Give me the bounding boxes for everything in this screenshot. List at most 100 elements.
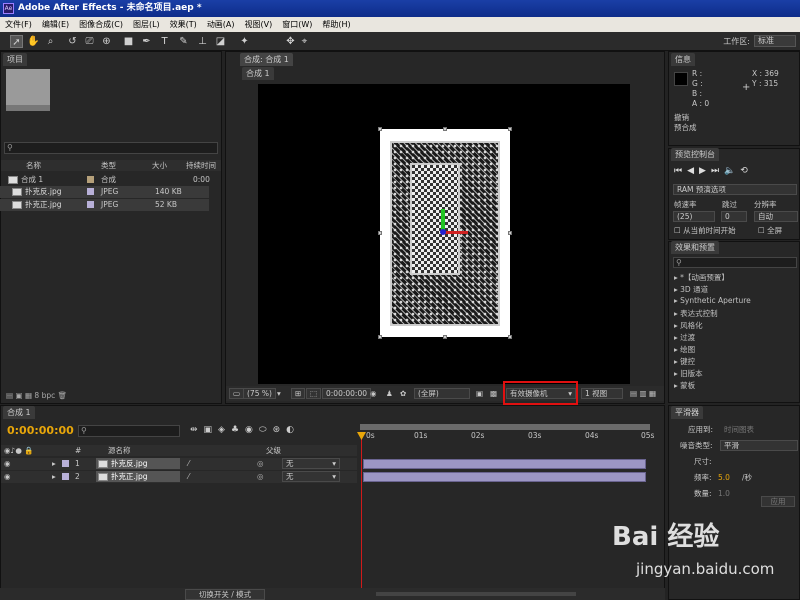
effect-category[interactable]: ▸ 过渡: [674, 332, 695, 343]
menu-help[interactable]: 帮助(H): [317, 19, 355, 30]
tab-composition[interactable]: 合成: 合成 1: [240, 53, 293, 66]
layer-duration-bar[interactable]: [363, 472, 646, 482]
render-icons[interactable]: ▤ ▥ ▦: [630, 388, 656, 399]
tab-info[interactable]: 信息: [671, 53, 695, 66]
transform-handle[interactable]: [443, 127, 447, 131]
menu-animation[interactable]: 动画(A): [202, 19, 240, 30]
parent-pickwhip-icon[interactable]: ◎: [257, 471, 264, 482]
col-name[interactable]: 名称: [26, 160, 41, 171]
eye-icon[interactable]: ◉: [4, 471, 11, 482]
layer-switches[interactable]: ⁄: [188, 471, 189, 482]
expand-arrow-icon[interactable]: ▸: [52, 458, 56, 469]
chevron-down-icon[interactable]: ▾: [277, 388, 281, 399]
tab-smoother[interactable]: 平滑器: [671, 406, 703, 419]
toggle-switches-modes[interactable]: 切换开关 / 模式: [185, 589, 265, 600]
parent-pickwhip-icon[interactable]: ◎: [257, 458, 264, 469]
amount-value[interactable]: 1.0: [718, 488, 730, 499]
skip-select[interactable]: 0: [721, 211, 747, 222]
fullscreen-checkbox[interactable]: ☐ 全屏: [758, 225, 782, 236]
hand-tool-icon[interactable]: ✋: [27, 35, 40, 48]
bpc-label[interactable]: 8 bpc: [34, 391, 55, 400]
transform-handle[interactable]: [378, 231, 382, 235]
tab-comp-subtab[interactable]: 合成 1: [242, 67, 274, 80]
current-time-indicator[interactable]: [361, 432, 362, 592]
puppet-tool-icon[interactable]: ✦: [238, 35, 251, 48]
tab-preview[interactable]: 预览控制台: [671, 148, 719, 161]
effect-category[interactable]: ▸ 风格化: [674, 320, 703, 331]
layer-name[interactable]: 扑克正.jpg: [96, 471, 180, 482]
noise-type-select[interactable]: 平滑: [720, 440, 798, 451]
camera-tool-icon[interactable]: ⎚: [83, 35, 96, 48]
selection-tool-icon[interactable]: ➚: [10, 35, 23, 48]
from-current-checkbox[interactable]: ☐ 从当前时间开始: [674, 225, 736, 236]
z-axis-gizmo-icon[interactable]: [440, 229, 446, 235]
effect-category[interactable]: ▸ 旧版本: [674, 368, 703, 379]
views-layout-select[interactable]: 1 视图: [581, 388, 623, 399]
pen-tool-icon[interactable]: ✒: [140, 35, 153, 48]
menu-edit[interactable]: 编辑(E): [37, 19, 74, 30]
effect-category[interactable]: ▸ Synthetic Aperture: [674, 296, 751, 305]
eye-icon[interactable]: ◉: [4, 458, 11, 469]
layer-name[interactable]: 扑克反.jpg: [96, 458, 180, 469]
local-axis-icon[interactable]: ✥: [284, 35, 297, 48]
text-tool-icon[interactable]: T: [158, 35, 171, 48]
timeline-search-input[interactable]: ⚲: [78, 425, 180, 437]
layer-duration-bar[interactable]: [363, 459, 646, 469]
effect-category[interactable]: ▸ 键控: [674, 356, 695, 367]
tab-timeline[interactable]: 合成 1: [3, 406, 35, 419]
effect-category[interactable]: ▸ 表达式控制: [674, 308, 718, 319]
menu-effect[interactable]: 效果(T): [165, 19, 202, 30]
zoom-select[interactable]: (75 %): [243, 388, 276, 399]
col-size[interactable]: 大小: [152, 160, 167, 171]
transparency-grid-icon[interactable]: ▩: [490, 388, 497, 399]
effect-category[interactable]: ▸ *【动画预置】: [674, 272, 729, 283]
world-axis-icon[interactable]: ⌖: [298, 35, 311, 48]
col-source-name[interactable]: 源名称: [108, 445, 131, 456]
transform-handle[interactable]: [508, 335, 512, 339]
label-swatch[interactable]: [62, 473, 69, 480]
transform-handle[interactable]: [508, 127, 512, 131]
timeline-timecode[interactable]: 0:00:00:00: [7, 424, 74, 437]
transform-handle[interactable]: [443, 335, 447, 339]
apply-button[interactable]: 应用: [761, 496, 795, 507]
resolution-select[interactable]: (全屏): [414, 388, 470, 399]
x-axis-gizmo-icon[interactable]: [444, 231, 468, 234]
ram-preview-options[interactable]: RAM 预演选项: [673, 184, 797, 195]
current-time-display[interactable]: 0:00:00:00: [322, 388, 371, 399]
expand-arrow-icon[interactable]: ▸: [52, 471, 56, 482]
region-of-interest-icon[interactable]: ▣: [476, 388, 483, 399]
tab-effects-presets[interactable]: 效果和预置: [671, 241, 719, 254]
effect-category[interactable]: ▸ 绘图: [674, 344, 695, 355]
grid-toggle-icon[interactable]: ⊞: [291, 388, 306, 399]
rotate-tool-icon[interactable]: ↺: [66, 35, 79, 48]
project-search-input[interactable]: ⚲: [4, 142, 218, 154]
work-area-bar[interactable]: [360, 424, 650, 430]
stamp-tool-icon[interactable]: ⊥: [196, 35, 209, 48]
label-swatch[interactable]: [62, 460, 69, 467]
effect-category[interactable]: ▸ 3D 通道: [674, 284, 708, 295]
zoom-tool-icon[interactable]: ⌕: [44, 35, 57, 48]
show-snapshot-icon[interactable]: ♟: [386, 388, 393, 399]
transform-handle[interactable]: [378, 335, 382, 339]
snapshot-icon[interactable]: ◉: [370, 388, 377, 399]
effects-search-input[interactable]: ⚲: [673, 257, 797, 268]
layer-switches[interactable]: ⁄: [188, 458, 189, 469]
col-parent[interactable]: 父级: [266, 445, 281, 456]
eraser-tool-icon[interactable]: ◪: [214, 35, 227, 48]
always-preview-icon[interactable]: ▭: [229, 388, 245, 399]
resolution-select[interactable]: 自动: [754, 211, 798, 222]
pan-behind-tool-icon[interactable]: ⊕: [100, 35, 113, 48]
rectangle-mask-tool-icon[interactable]: ■: [122, 35, 135, 48]
transform-handle[interactable]: [378, 127, 382, 131]
col-duration[interactable]: 持续时间: [186, 160, 216, 171]
apply-to-select[interactable]: 时间图表: [724, 424, 754, 435]
col-type[interactable]: 类型: [101, 160, 116, 171]
parent-select[interactable]: 无 ▾: [282, 471, 340, 482]
zoom-slider[interactable]: [376, 592, 576, 596]
channel-icon[interactable]: ✿: [400, 388, 406, 399]
menu-layer[interactable]: 图层(L): [128, 19, 165, 30]
mask-toggle-icon[interactable]: ⬚: [306, 388, 322, 399]
transport-controls[interactable]: ⏮◀▶⏭🔈⟲: [674, 166, 753, 177]
menu-view[interactable]: 视图(V): [240, 19, 278, 30]
parent-select[interactable]: 无 ▾: [282, 458, 340, 469]
